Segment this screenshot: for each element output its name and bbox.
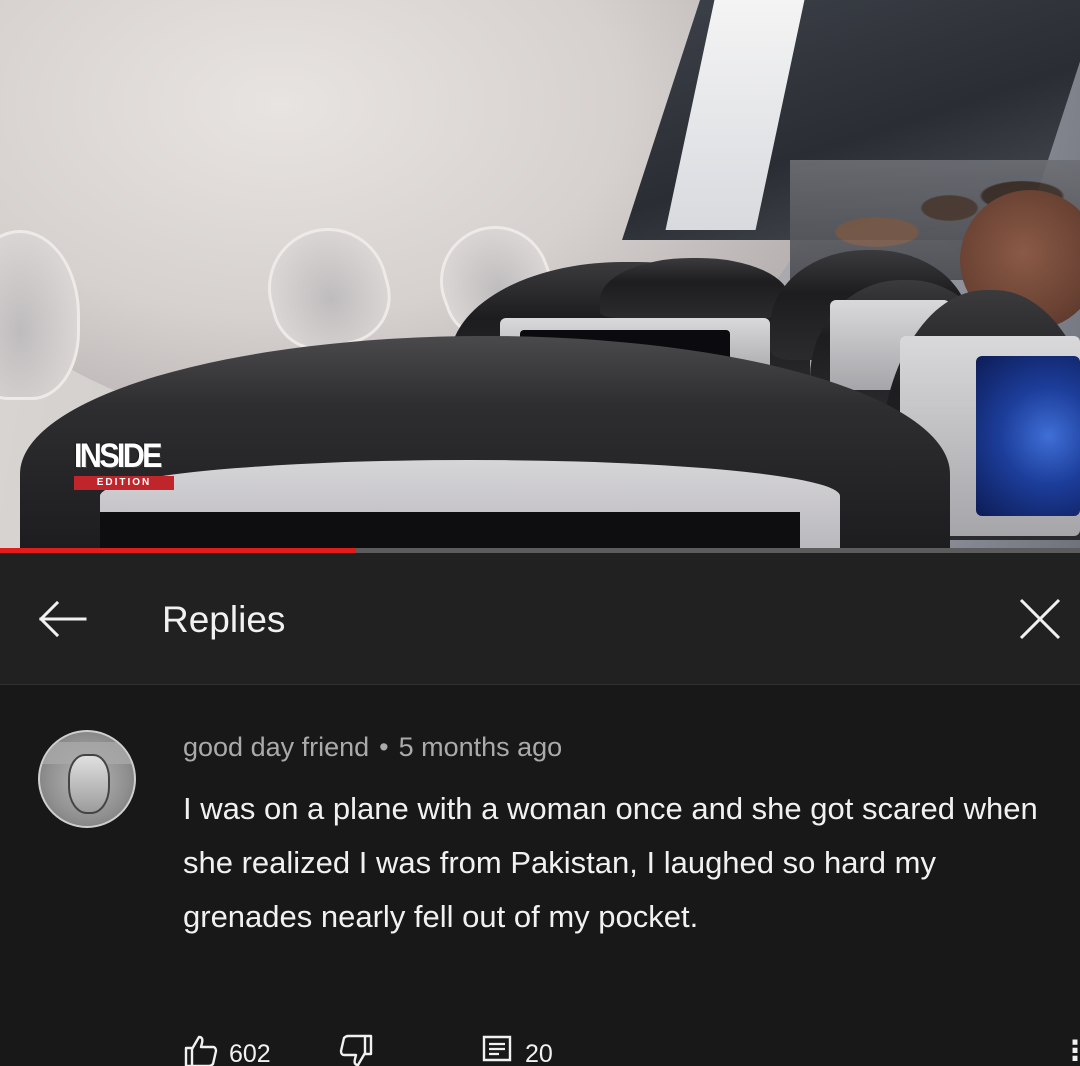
reply-count: 20 xyxy=(525,1040,553,1066)
comment-author[interactable]: good day friend xyxy=(183,732,369,762)
seat-pocket xyxy=(100,512,800,548)
logo-sub-text: EDITION xyxy=(74,476,174,490)
comment-icon xyxy=(481,1034,513,1066)
avatar[interactable] xyxy=(38,730,136,828)
video-player[interactable]: INSIDE EDITION xyxy=(0,0,1080,548)
thumbs-down-icon xyxy=(338,1034,374,1066)
meta-separator: • xyxy=(379,732,389,762)
reply-button[interactable]: 20 xyxy=(481,1034,553,1066)
logo-main-text: INSIDE xyxy=(74,437,163,475)
inflight-screen xyxy=(976,356,1080,516)
comment-time: 5 months ago xyxy=(398,732,563,762)
avatar-face xyxy=(68,754,110,814)
arrow-left-icon xyxy=(35,599,89,644)
comment-meta: good day friend • 5 months ago xyxy=(183,732,562,763)
comment-actions: 602 20 ⋮ xyxy=(183,1034,1080,1066)
page-title: Replies xyxy=(162,599,286,640)
more-vert-icon: ⋮ xyxy=(1061,1035,1080,1066)
like-count: 602 xyxy=(229,1040,271,1066)
more-button[interactable]: ⋮ xyxy=(1061,1034,1080,1066)
comment: good day friend • 5 months ago I was on a … xyxy=(0,686,1080,1066)
like-button[interactable]: 602 xyxy=(183,1034,271,1066)
dislike-button[interactable] xyxy=(338,1034,374,1066)
comment-text: I was on a plane with a woman once and s… xyxy=(183,791,1038,934)
replies-header: Replies xyxy=(0,553,1080,685)
thumbs-up-icon xyxy=(183,1034,219,1066)
inside-edition-logo: INSIDE EDITION xyxy=(74,438,174,490)
back-button[interactable] xyxy=(30,591,94,651)
close-icon xyxy=(1015,594,1065,649)
close-button[interactable] xyxy=(1008,589,1072,653)
